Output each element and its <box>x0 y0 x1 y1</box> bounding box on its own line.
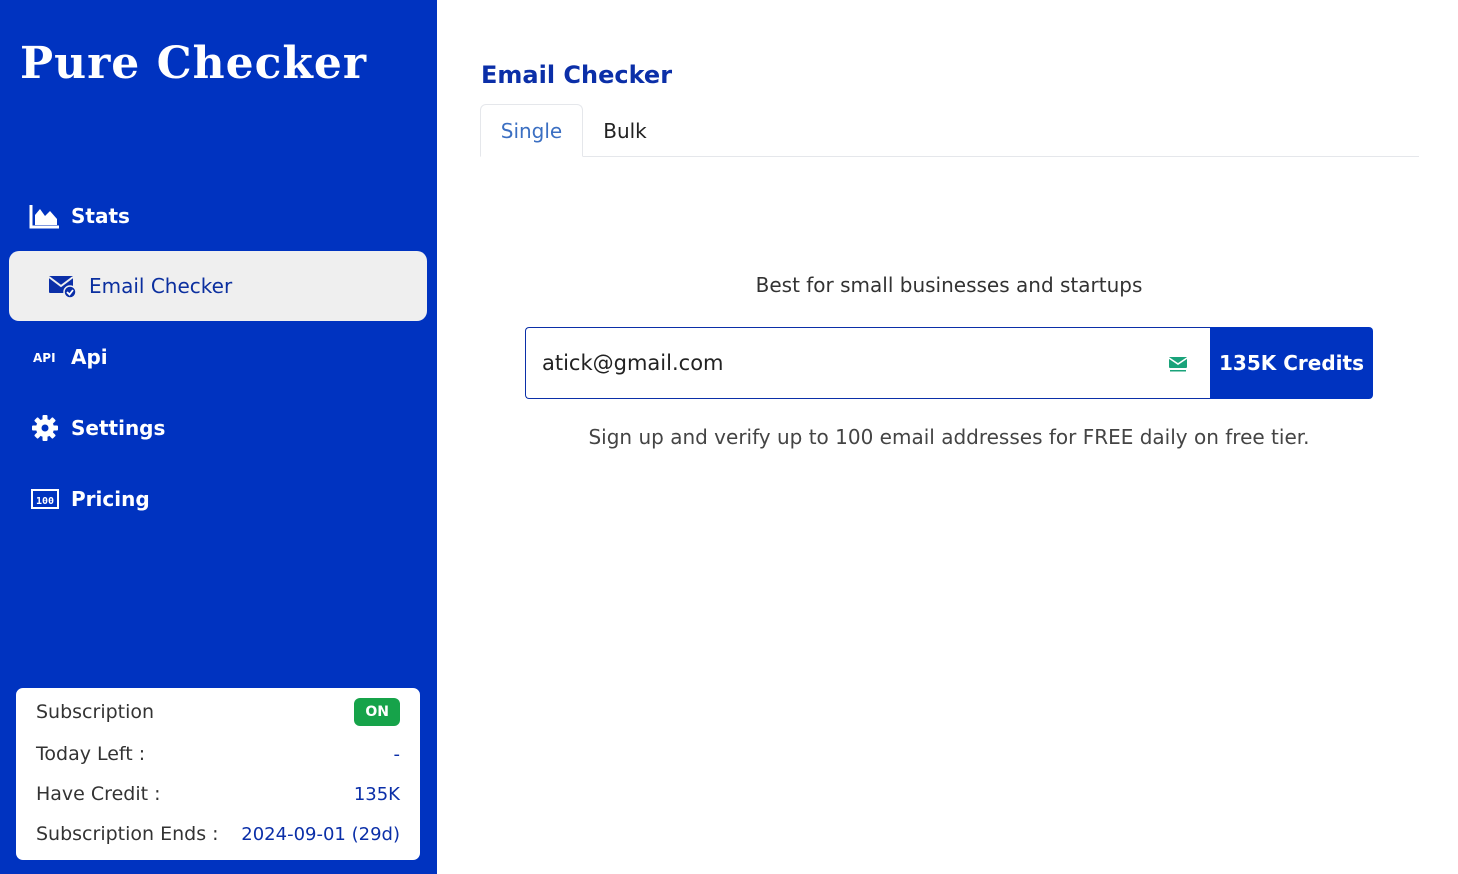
have-credit-label: Have Credit : <box>36 783 161 805</box>
sidebar-item-label: Api <box>71 345 108 369</box>
brand-logo: Pure Checker <box>20 38 368 89</box>
tab-bulk[interactable]: Bulk <box>583 104 667 157</box>
sidebar: Pure Checker Stats Email Checker API Api… <box>0 0 437 874</box>
subscription-status-row: Subscription ON <box>36 698 400 726</box>
subscription-card: Subscription ON Today Left : - Have Cred… <box>15 687 421 861</box>
free-tier-note: Sign up and verify up to 100 email addre… <box>588 425 1310 449</box>
sidebar-item-email-checker[interactable]: Email Checker <box>9 251 427 321</box>
app: Pure Checker Stats Email Checker API Api… <box>0 0 1458 874</box>
svg-text:100: 100 <box>36 496 54 507</box>
mail-check-icon <box>47 273 79 299</box>
gear-icon <box>29 415 61 441</box>
have-credit-value: 135K <box>353 783 400 805</box>
sidebar-item-stats[interactable]: Stats <box>9 181 427 251</box>
tab-single[interactable]: Single <box>480 104 583 157</box>
today-left-label: Today Left : <box>36 743 146 765</box>
subscription-ends-value: 2024-09-01 (29d) <box>241 823 400 845</box>
sidebar-item-settings[interactable]: Settings <box>9 393 427 463</box>
sidebar-item-label: Email Checker <box>89 274 233 298</box>
today-left-value: - <box>393 743 401 765</box>
main-content: Email Checker Single Bulk Best for small… <box>437 0 1458 874</box>
area-chart-icon <box>29 203 61 229</box>
status-badge: ON <box>354 698 400 726</box>
today-left-row: Today Left : - <box>36 743 400 765</box>
page-title: Email Checker <box>481 61 673 89</box>
sidebar-item-label: Stats <box>71 204 130 228</box>
have-credit-row: Have Credit : 135K <box>36 783 400 805</box>
subscription-label: Subscription <box>36 701 155 723</box>
pricing-icon: 100 <box>29 486 61 512</box>
subscription-ends-label: Subscription Ends : <box>36 823 219 845</box>
sidebar-item-pricing[interactable]: 100 Pricing <box>9 464 427 534</box>
tagline: Best for small businesses and startups <box>755 273 1143 297</box>
email-input[interactable] <box>526 328 1210 398</box>
credits-button[interactable]: 135K Credits <box>1210 327 1373 399</box>
email-check-form: 135K Credits <box>525 327 1373 399</box>
sidebar-item-label: Pricing <box>71 487 150 511</box>
subscription-ends-row: Subscription Ends : 2024-09-01 (29d) <box>36 823 400 845</box>
svg-text:API: API <box>33 351 56 365</box>
sidebar-item-api[interactable]: API Api <box>9 322 427 392</box>
tab-bar: Single Bulk <box>480 104 1419 157</box>
email-input-wrapper <box>525 327 1210 399</box>
api-icon: API <box>29 344 61 370</box>
temp-mail-icon[interactable] <box>1168 355 1188 373</box>
sidebar-item-label: Settings <box>71 416 166 440</box>
